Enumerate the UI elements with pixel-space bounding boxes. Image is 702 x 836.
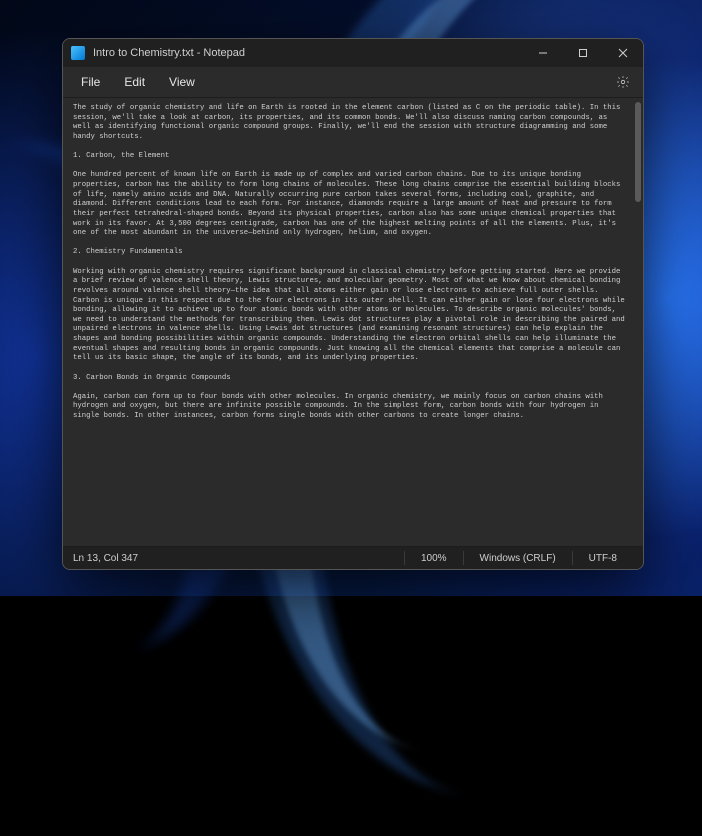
text-editor[interactable]: The study of organic chemistry and life … <box>63 98 633 546</box>
menu-view[interactable]: View <box>157 71 207 93</box>
status-encoding[interactable]: UTF-8 <box>572 551 633 565</box>
maximize-button[interactable] <box>563 39 603 67</box>
notepad-icon <box>71 46 85 60</box>
close-button[interactable] <box>603 39 643 67</box>
statusbar: Ln 13, Col 347 100% Windows (CRLF) UTF-8 <box>63 546 643 569</box>
titlebar[interactable]: Intro to Chemistry.txt - Notepad <box>63 39 643 67</box>
window-title: Intro to Chemistry.txt - Notepad <box>93 47 245 59</box>
menubar: File Edit View <box>63 67 643 98</box>
gear-icon <box>616 75 630 89</box>
status-cursor-position: Ln 13, Col 347 <box>73 553 404 564</box>
settings-button[interactable] <box>609 70 637 94</box>
status-line-ending[interactable]: Windows (CRLF) <box>463 551 572 565</box>
vertical-scrollbar[interactable] <box>635 102 641 542</box>
editor-area: The study of organic chemistry and life … <box>63 98 643 546</box>
notepad-window: Intro to Chemistry.txt - Notepad File Ed… <box>62 38 644 570</box>
menu-edit[interactable]: Edit <box>112 71 157 93</box>
menu-file[interactable]: File <box>69 71 112 93</box>
minimize-button[interactable] <box>523 39 563 67</box>
status-zoom[interactable]: 100% <box>404 551 463 565</box>
scrollbar-thumb[interactable] <box>635 102 641 202</box>
